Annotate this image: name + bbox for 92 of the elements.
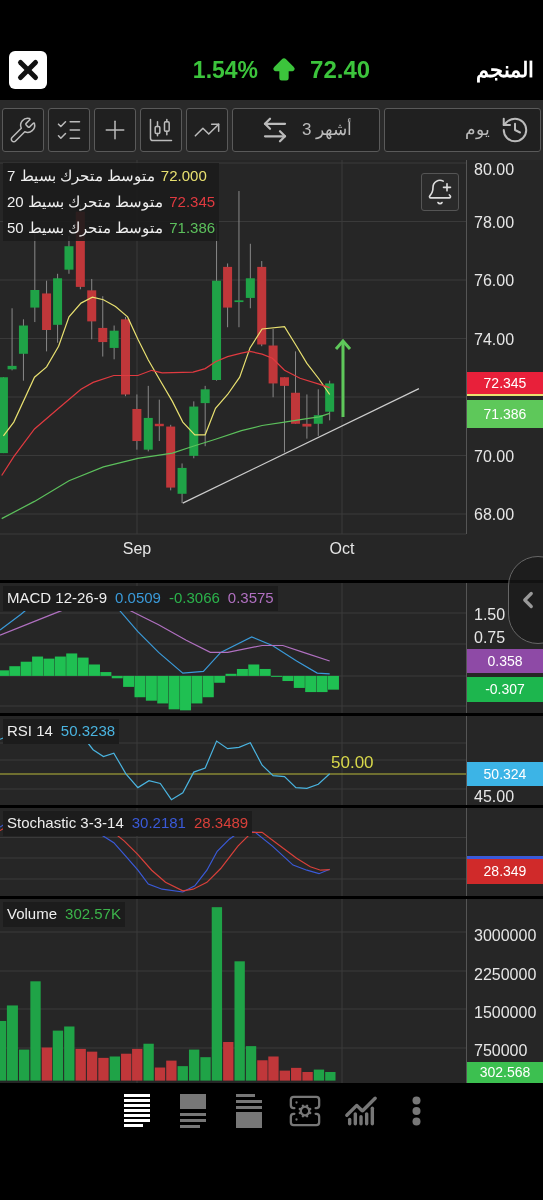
- price-tag: -0.307: [467, 677, 543, 702]
- volume-bar: [121, 1053, 132, 1081]
- reference-label: 50.00: [331, 753, 374, 772]
- tools-button[interactable]: [2, 108, 44, 152]
- candlestick: [302, 394, 312, 440]
- indicator-value: 0.3575: [227, 588, 274, 608]
- legend-label: متوسط متحرك بسيط 7: [7, 165, 155, 187]
- histogram-bar: [305, 675, 317, 693]
- indicator-label: MACD 12-26-9: [7, 588, 108, 608]
- chart-type-button[interactable]: [140, 108, 182, 152]
- indicator-value: 0.0509: [115, 588, 161, 608]
- histogram-bar: [54, 656, 66, 676]
- histogram-bar: [66, 653, 78, 676]
- legend-value: 72.345: [169, 191, 216, 212]
- axis-label: 3000000: [474, 927, 537, 944]
- panel-gear-icon: [287, 1094, 322, 1128]
- indicator-value: 28.3489: [193, 813, 249, 833]
- candlestick: [18, 318, 28, 382]
- price-tag: 0.358: [467, 649, 543, 673]
- layout-icon: [235, 1094, 262, 1128]
- axis-label: 80.00: [474, 161, 515, 178]
- legend-value: 71.386: [169, 217, 216, 238]
- axis-label: 2250000: [474, 966, 537, 983]
- histogram-bar: [43, 658, 55, 676]
- axis-label: 70.00: [474, 447, 515, 465]
- stock-name: المنجم: [476, 57, 534, 85]
- volume-bar: [313, 1069, 325, 1081]
- price-tag: 72.345: [467, 372, 543, 394]
- wrench-icon: [9, 116, 37, 144]
- crosshair-button[interactable]: [94, 108, 136, 152]
- candlestick-icon: [147, 116, 175, 144]
- histogram-bar: [327, 675, 339, 690]
- axis-label: 750000: [474, 1042, 528, 1059]
- close-button[interactable]: [9, 51, 47, 89]
- candlestick: [87, 278, 97, 340]
- volume-bar: [325, 1072, 336, 1081]
- indicator-value: -0.3066: [168, 588, 220, 608]
- histogram-bar: [180, 675, 191, 711]
- last-price: 72.40: [310, 55, 371, 85]
- layout-icon: [179, 1094, 206, 1128]
- candlestick: [313, 388, 323, 437]
- histogram-bar: [168, 675, 180, 710]
- history-icon: [500, 115, 530, 145]
- axis-label: 1.50: [474, 606, 506, 623]
- indicator-value: 302.57K: [65, 904, 121, 924]
- volume-bar: [86, 1051, 98, 1081]
- candlestick: [325, 380, 335, 421]
- axis-label: 68.00: [474, 506, 515, 523]
- axis-label: 76.00: [474, 272, 515, 289]
- histogram-bar: [145, 675, 157, 701]
- more-icon: [412, 1096, 421, 1126]
- alert-button[interactable]: [421, 173, 459, 211]
- candlestick: [7, 307, 17, 371]
- indicator-value: 30.2181: [131, 813, 186, 833]
- axis-label: Sep: [122, 540, 152, 557]
- price-tag: 28.349: [467, 859, 543, 884]
- bell-plus-icon: [426, 178, 454, 206]
- period-button[interactable]: 3 أشهر: [232, 108, 380, 152]
- chart-icon: [343, 1094, 378, 1128]
- candlestick: [268, 328, 278, 398]
- axis-label: 78.00: [474, 213, 515, 231]
- axis-label: 1500000: [474, 1004, 537, 1021]
- indicators-button[interactable]: [48, 108, 90, 152]
- candlestick: [132, 394, 142, 451]
- indicator-value: 50.3238: [60, 721, 116, 741]
- indicator-label: Volume: [7, 904, 58, 924]
- histogram-bar: [157, 675, 169, 704]
- legend-value: 72.000: [160, 165, 207, 186]
- legend-label: متوسط متحرك بسيط 20: [7, 191, 164, 213]
- axis-label: 0.75: [474, 629, 506, 646]
- candlestick: [200, 385, 210, 447]
- histogram-bar: [316, 675, 328, 693]
- indicator-label: Stochastic 3-3-14: [7, 813, 124, 833]
- volume-bar: [109, 1056, 120, 1081]
- price-tag: 71.386: [467, 400, 543, 428]
- candlestick: [189, 400, 199, 459]
- histogram-bar: [32, 656, 44, 676]
- legend-label: متوسط متحرك بسيط 50: [7, 217, 164, 239]
- drawing-button[interactable]: [186, 108, 228, 152]
- interval-button[interactable]: يوم: [384, 108, 541, 152]
- axis-label: Oct: [329, 540, 355, 557]
- price-tag: 50.324: [467, 762, 543, 786]
- change-percent: 1.54%: [192, 55, 259, 85]
- indicator-label: RSI 14: [7, 721, 53, 741]
- list-lines-icon: [123, 1094, 150, 1128]
- volume-bar: [98, 1057, 109, 1081]
- price-tag: 302.568: [467, 1062, 543, 1083]
- histogram-bar: [191, 675, 203, 704]
- axis-label: 45.00: [474, 788, 515, 805]
- candlestick: [42, 280, 52, 352]
- volume-bar: [132, 1048, 143, 1081]
- axis-label: 74.00: [474, 330, 515, 348]
